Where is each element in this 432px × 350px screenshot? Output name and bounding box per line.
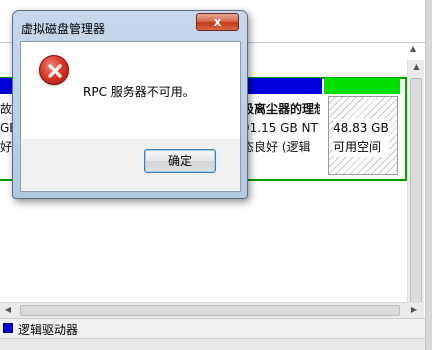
legend-swatch — [3, 323, 13, 333]
partition-middle[interactable]: 吸离尘器的理想 91.15 GB NT 态良好 (逻辑 — [242, 100, 320, 157]
scroll-left-arrow-icon[interactable]: ◀ — [2, 305, 14, 314]
error-message: RPC 服务器不可用。 — [83, 85, 195, 99]
window-edge — [425, 0, 432, 350]
horizontal-scroll-thumb[interactable] — [20, 305, 400, 316]
ok-button[interactable]: 确定 — [144, 149, 216, 173]
vertical-scrollbar[interactable]: ▲ ▼ — [407, 60, 424, 318]
scroll-right-arrow-icon[interactable]: ▶ — [408, 305, 420, 314]
scroll-up-icon[interactable]: ▲ — [410, 44, 416, 53]
unallocated-space[interactable]: 48.83 GB 可用空间 — [328, 96, 398, 175]
free-space-bar — [324, 78, 400, 94]
error-icon — [39, 55, 69, 85]
horizontal-scrollbar[interactable]: ◀ ▶ — [0, 302, 424, 318]
close-button[interactable]: x — [196, 13, 239, 31]
unallocated-label: 可用空间 — [333, 140, 382, 154]
partition-middle-size: 91.15 GB NT — [242, 121, 318, 135]
error-dialog: 虚拟磁盘管理器 x RPC 服务器不可用。 确定 — [12, 10, 248, 199]
partition-middle-status: 态良好 (逻辑 — [242, 140, 311, 154]
close-icon: x — [213, 15, 222, 29]
partition-middle-name: 吸离尘器的理想 — [242, 102, 320, 116]
unallocated-size: 48.83 GB — [333, 121, 389, 135]
status-bar — [0, 338, 425, 350]
vertical-scroll-thumb[interactable] — [410, 78, 422, 304]
legend-label: 逻辑驱动器 — [18, 323, 79, 337]
unallocated-text: 48.83 GB 可用空间 — [333, 119, 389, 157]
scroll-up-arrow-icon[interactable]: ▲ — [408, 62, 425, 71]
legend: 逻辑驱动器 — [0, 318, 425, 338]
dialog-title: 虚拟磁盘管理器 — [21, 22, 106, 36]
